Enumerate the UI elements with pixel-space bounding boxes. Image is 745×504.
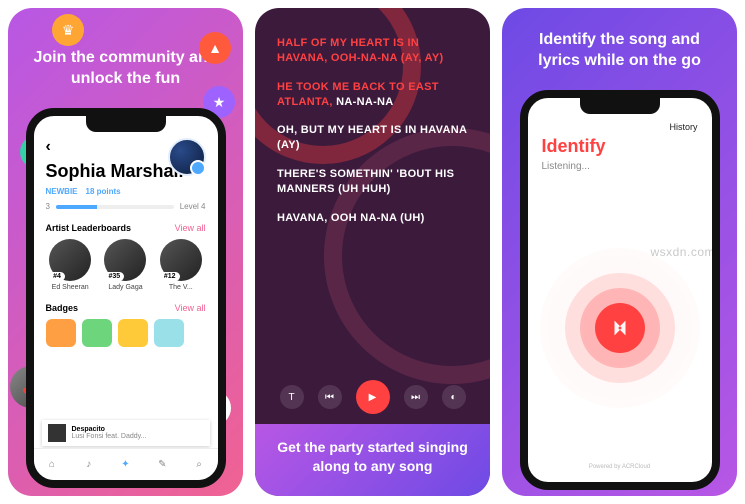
crown-icon: ♛ [52, 14, 84, 46]
lyric-line: HAVANA, OOH NA-NA (UH) [277, 211, 468, 226]
album-thumb [48, 424, 66, 442]
theme-button[interactable]: ◐ [442, 385, 466, 409]
list-item[interactable]: #12 The V... [156, 239, 205, 291]
lyrics-view: HALF OF MY HEART IS IN HAVANA, OOH-NA-NA… [255, 8, 490, 372]
badge-item[interactable] [46, 319, 76, 347]
artist-name: The V... [156, 284, 205, 291]
next-button[interactable]: ⏭ [404, 385, 428, 409]
level-current: 3 [46, 202, 50, 211]
leaderboards-title: Artist Leaderboards [46, 223, 132, 233]
tab-search[interactable]: ⌕ [191, 456, 207, 472]
artist-name: Ed Sheeran [46, 284, 95, 291]
phone-notch [86, 116, 166, 132]
badge-item[interactable] [118, 319, 148, 347]
progress-bar [56, 205, 174, 209]
history-link[interactable]: History [669, 122, 697, 132]
tab-home[interactable]: ⌂ [44, 456, 60, 472]
rank-badge: #12 [160, 272, 180, 281]
app-store-panels: ♛ ▲ Join the community and unlock the fu… [0, 0, 745, 504]
avatar[interactable] [168, 138, 206, 176]
lyric-line: OH, BUT MY HEART IS IN HAVANA (AY) [277, 123, 468, 153]
artist-name: Lady Gaga [101, 284, 150, 291]
player-controls: T ⏮ ▶ ⏭ ◐ [255, 372, 490, 424]
list-item[interactable]: #4 Ed Sheeran [46, 239, 95, 291]
badge-item[interactable] [82, 319, 112, 347]
rank-badge: #4 [49, 272, 65, 281]
status-badge: NEWBIE [46, 187, 78, 196]
lyric-line: THERE'S SOMETHIN' 'BOUT HIS MANNERS (UH … [277, 167, 468, 197]
panel-community: ♛ ▲ Join the community and unlock the fu… [8, 8, 243, 496]
tab-contribute[interactable]: ✎ [154, 456, 170, 472]
phone-mockup-1: ‹ Sophia Marshall NEWBIE 18 points 3 Lev… [26, 108, 226, 488]
fire-icon: ▲ [199, 32, 231, 64]
points-label: 18 points [86, 187, 121, 196]
identify-screen: History Identify Listening... Powered by… [528, 98, 712, 482]
app-logo-icon [595, 303, 645, 353]
track-subtitle: Lusi Fonsi feat. Daddy... [72, 433, 147, 440]
badges-title: Badges [46, 303, 79, 313]
powered-by-label: Powered by ACRCloud [528, 464, 712, 470]
panel3-headline: Identify the song and lyrics while on th… [502, 30, 737, 72]
identify-button[interactable] [540, 248, 700, 408]
level-next: Level 4 [180, 202, 206, 211]
view-all-link[interactable]: View all [175, 223, 206, 233]
listening-label: Listening... [542, 161, 698, 172]
rank-badge: #35 [104, 272, 124, 281]
track-title: Despacito [72, 426, 147, 433]
watermark-text: wsxdn.com [650, 245, 715, 259]
page-title: Identify [542, 136, 698, 157]
text-size-button[interactable]: T [280, 385, 304, 409]
tab-music[interactable]: ♪ [81, 456, 97, 472]
tab-identify[interactable]: ✦ [117, 456, 133, 472]
now-playing-bar[interactable]: Despacito Lusi Fonsi feat. Daddy... [42, 420, 210, 446]
prev-button[interactable]: ⏮ [318, 385, 342, 409]
view-all-link[interactable]: View all [175, 303, 206, 313]
phone-notch [580, 98, 660, 114]
panel2-caption: Get the party started singing along to a… [255, 424, 490, 496]
panel-lyrics: HALF OF MY HEART IS IN HAVANA, OOH-NA-NA… [255, 8, 490, 496]
lyric-line: HALF OF MY HEART IS IN HAVANA, OOH-NA-NA… [277, 36, 468, 66]
list-item[interactable]: #35 Lady Gaga [101, 239, 150, 291]
lyric-line: HE TOOK ME BACK TO EAST ATLANTA, NA-NA-N… [277, 80, 468, 110]
profile-screen: ‹ Sophia Marshall NEWBIE 18 points 3 Lev… [34, 116, 218, 480]
play-button[interactable]: ▶ [356, 380, 390, 414]
badge-item[interactable] [154, 319, 184, 347]
phone-mockup-3: History Identify Listening... Powered by… [520, 90, 720, 490]
tab-bar: ⌂ ♪ ✦ ✎ ⌕ [34, 448, 218, 480]
